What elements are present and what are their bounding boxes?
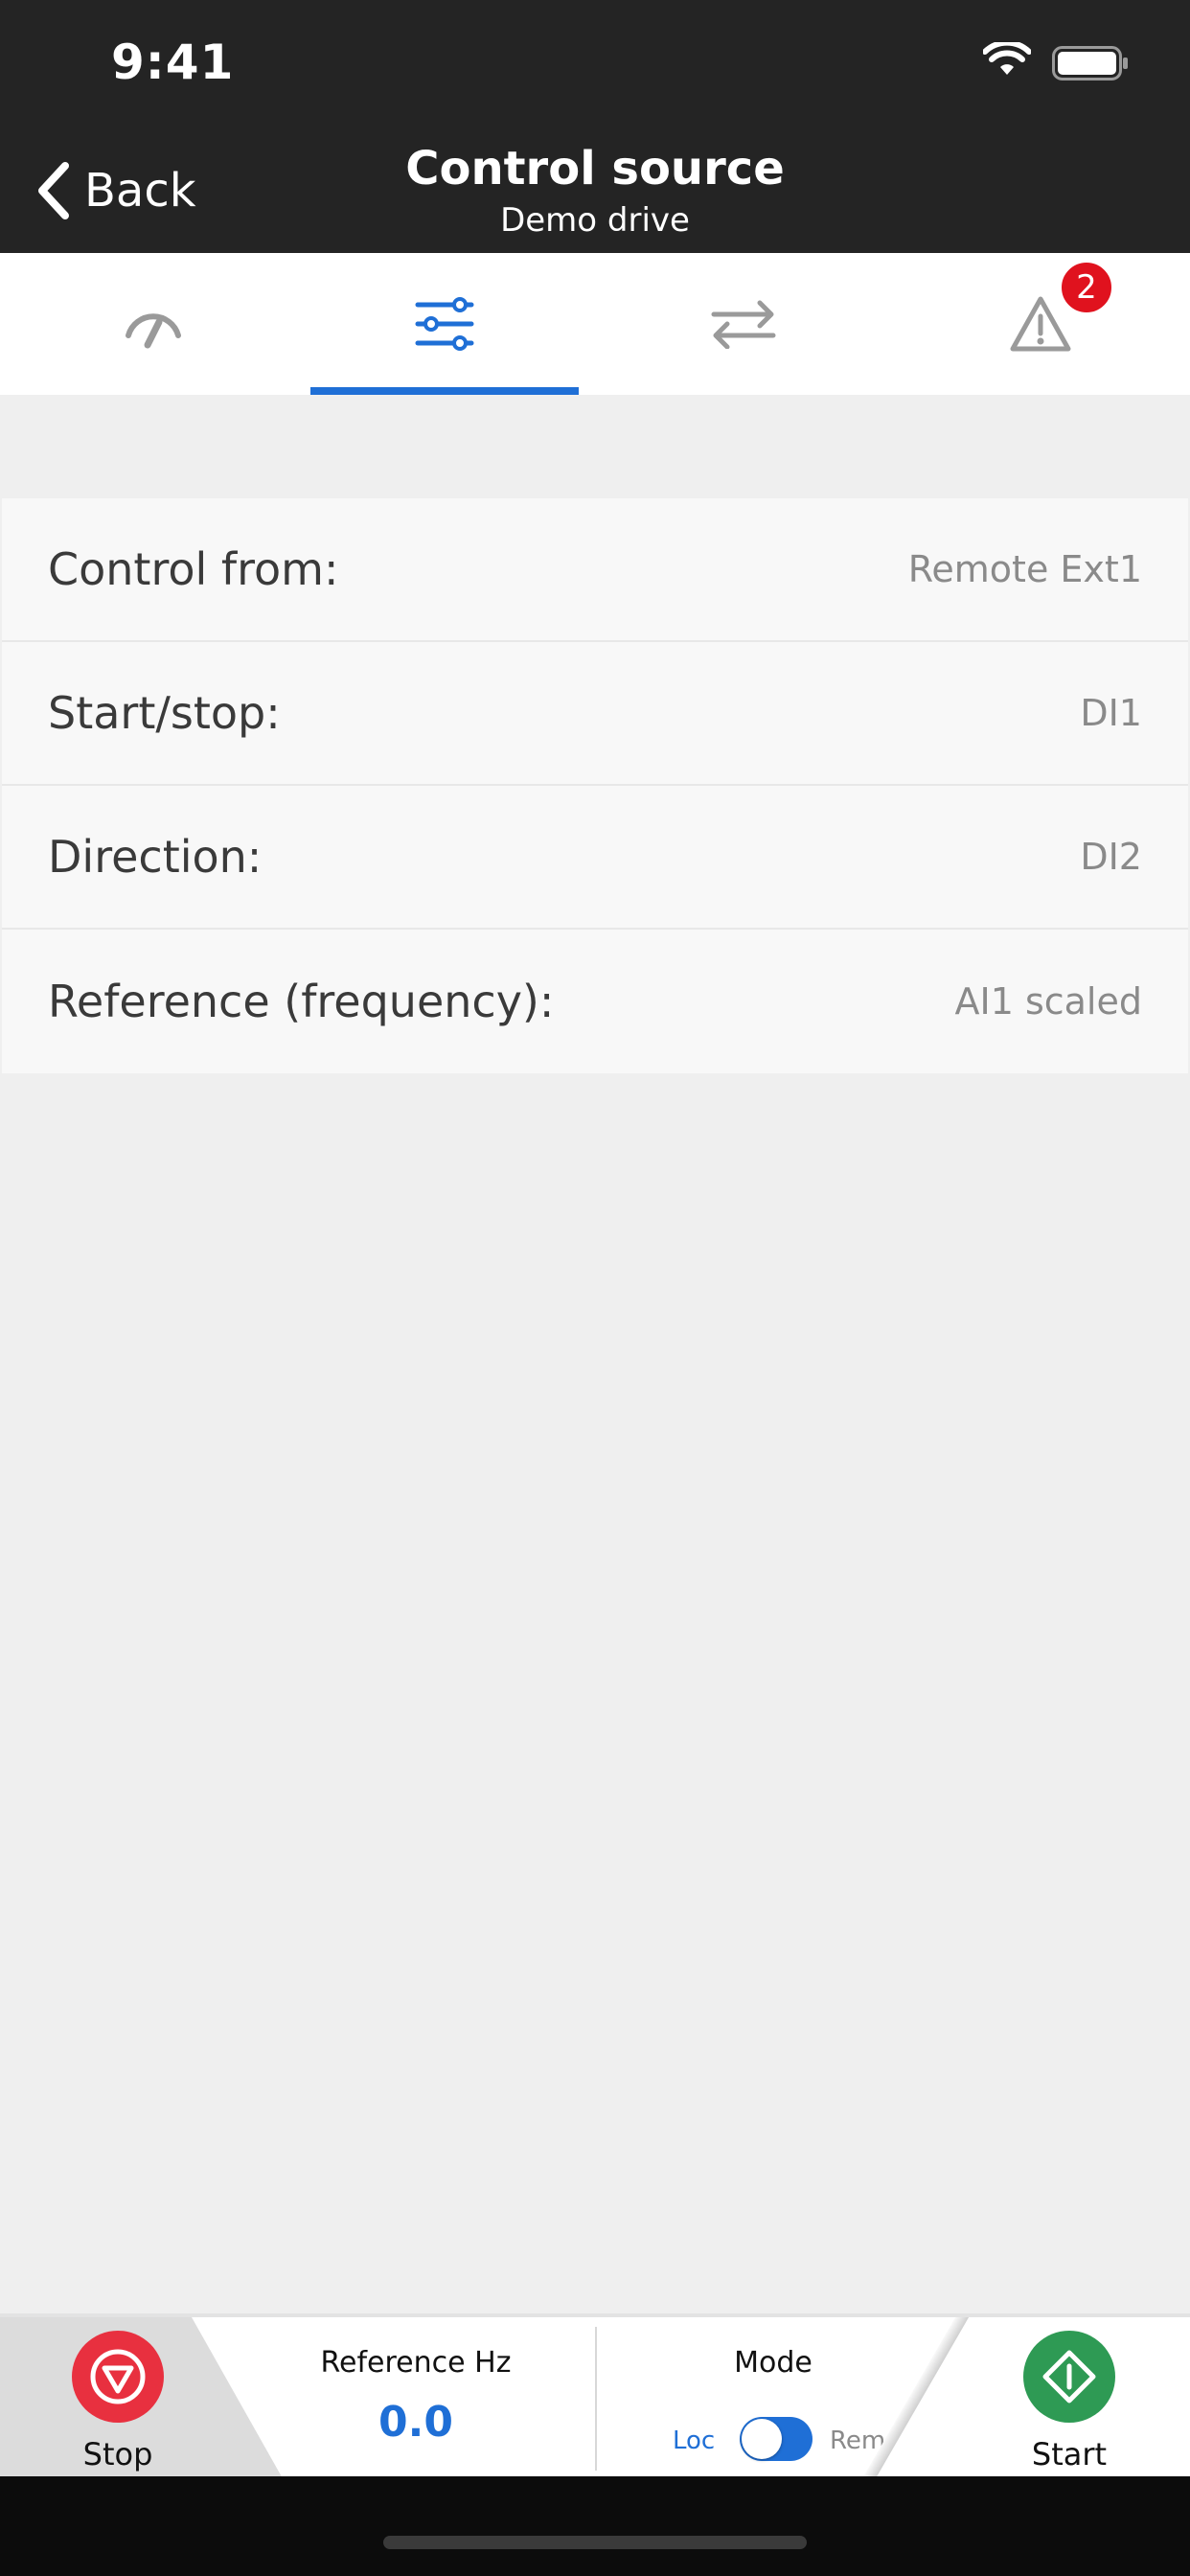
row-value: AI1 scaled — [954, 980, 1143, 1023]
row-value: Remote Ext1 — [907, 548, 1142, 590]
row-value: DI1 — [1080, 692, 1142, 734]
toggle-knob — [742, 2419, 782, 2459]
reference-title: Reference Hz — [320, 2346, 512, 2380]
stop-icon — [90, 2349, 146, 2404]
row-value: DI2 — [1080, 836, 1142, 878]
divider — [595, 2327, 597, 2471]
page-title: Control source — [405, 142, 785, 196]
row-label: Start/stop: — [48, 687, 281, 739]
list-item-direction[interactable]: Direction: DI2 — [2, 786, 1188, 930]
row-label: Direction: — [48, 831, 263, 883]
row-label: Control from: — [48, 543, 339, 595]
settings-list: Control from: Remote Ext1 Start/stop: DI… — [2, 498, 1188, 1073]
tab-control-source[interactable] — [310, 253, 579, 395]
divider — [860, 2317, 970, 2476]
tab-io[interactable] — [609, 253, 878, 395]
drive-control-bar: Stop Reference Hz 0.0 Mode Loc Rem Start — [0, 2313, 1190, 2476]
warning-icon — [1010, 296, 1071, 352]
battery-icon — [1052, 46, 1128, 80]
page-subtitle: Demo drive — [500, 201, 690, 240]
notification-badge: 2 — [1060, 261, 1113, 314]
gauge-icon — [126, 313, 181, 349]
status-time: 9:41 — [111, 34, 235, 90]
stop-button[interactable] — [72, 2331, 164, 2423]
sliders-icon — [415, 297, 474, 351]
wifi-icon — [983, 42, 1031, 75]
list-item-control-from[interactable]: Control from: Remote Ext1 — [2, 498, 1188, 642]
start-button[interactable] — [1023, 2331, 1115, 2423]
start-label: Start — [1031, 2436, 1108, 2472]
tab-status[interactable] — [19, 253, 287, 395]
list-item-start-stop[interactable]: Start/stop: DI1 — [2, 642, 1188, 786]
mode-local-label: Loc — [673, 2426, 716, 2455]
tab-events[interactable]: 2 — [906, 253, 1175, 395]
start-icon — [1042, 2350, 1096, 2404]
stop-label: Stop — [82, 2436, 153, 2472]
reference-value[interactable]: 0.0 — [287, 2398, 544, 2447]
tab-bar: 2 — [0, 253, 1190, 395]
mode-title: Mode — [734, 2346, 812, 2380]
list-item-reference[interactable]: Reference (frequency): AI1 scaled — [2, 930, 1188, 1073]
row-label: Reference (frequency): — [48, 976, 555, 1027]
swap-arrows-icon — [711, 300, 776, 349]
header: 9:41 Back Control source Demo drive — [0, 0, 1190, 253]
home-indicator[interactable] — [383, 2536, 807, 2549]
mode-toggle[interactable] — [740, 2417, 812, 2461]
home-indicator-area — [0, 2476, 1190, 2576]
